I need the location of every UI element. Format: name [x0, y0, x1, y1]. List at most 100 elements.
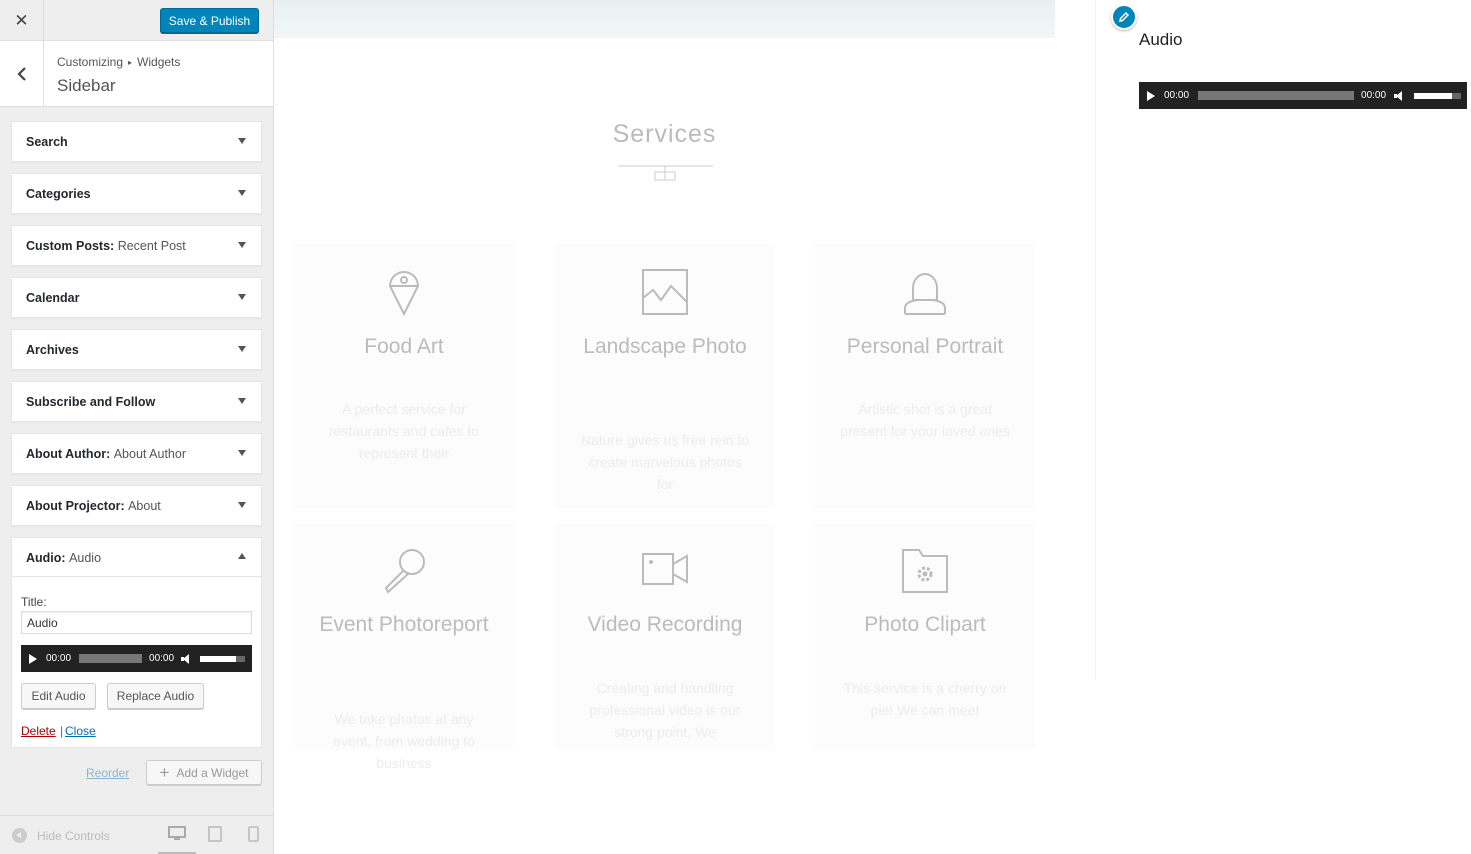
- edit-audio-button[interactable]: Edit Audio: [21, 683, 96, 709]
- volume-slider[interactable]: [200, 655, 246, 662]
- divider-ornament-icon: [618, 165, 713, 181]
- expand-arrow-icon[interactable]: [238, 138, 246, 144]
- breadcrumb: Customizing ▸ Widgets: [57, 55, 180, 69]
- edit-widget-shortcut[interactable]: [1111, 4, 1137, 30]
- widget-title: Categories: [26, 187, 91, 201]
- service-description: Nature gives us free rein to create marv…: [580, 432, 750, 492]
- widget-about-projector[interactable]: About Projector: About: [11, 485, 262, 526]
- expand-arrow-icon[interactable]: [238, 450, 246, 456]
- service-description: A perfect service for restaurants and ca…: [328, 401, 480, 461]
- portrait-icon: [904, 273, 946, 315]
- widget-archives[interactable]: Archives: [11, 329, 262, 370]
- hide-controls-label: Hide Controls: [37, 828, 110, 843]
- service-title: Food Art: [364, 335, 444, 358]
- breadcrumb-customizing: Customizing: [57, 55, 124, 69]
- total-time: 00:00: [149, 653, 175, 664]
- back-button[interactable]: [0, 41, 44, 106]
- widget-title: About Author:: [26, 447, 111, 461]
- widget-categories[interactable]: Categories: [11, 173, 262, 214]
- chevron-left-icon: [16, 66, 26, 81]
- widget-calendar[interactable]: Calendar: [11, 277, 262, 318]
- add-widget-button[interactable]: + Add a Widget: [146, 760, 262, 785]
- hide-controls-button[interactable]: Hide Controls: [12, 828, 110, 843]
- video-camera-icon: [642, 553, 688, 585]
- expand-arrow-icon[interactable]: [238, 502, 246, 508]
- widget-audio-expanded: Audio: Audio Title: 00:00 00:00 Edit Aud…: [11, 537, 262, 748]
- widget-audio-player: 00:00 00:00: [21, 645, 252, 672]
- volume-slider[interactable]: [1414, 92, 1462, 99]
- service-description: Artistic shot is a great present for you…: [840, 401, 1010, 439]
- play-icon[interactable]: [1147, 90, 1155, 101]
- header-banner: [274, 0, 1055, 38]
- widget-title: Subscribe and Follow: [26, 395, 156, 409]
- service-title: Event Photoreport: [319, 613, 489, 636]
- service-title: Video Recording: [587, 613, 743, 636]
- landscape-image-icon: [642, 269, 688, 315]
- widget-audio-header[interactable]: Audio: Audio: [12, 538, 261, 577]
- widget-title: Archives: [26, 343, 79, 357]
- play-icon[interactable]: [29, 653, 37, 664]
- collapse-arrow-icon[interactable]: [238, 553, 246, 559]
- total-time: 00:00: [1361, 90, 1387, 101]
- progress-track[interactable]: [1198, 91, 1355, 100]
- section-title: Sidebar: [57, 76, 116, 95]
- expand-arrow-icon[interactable]: [238, 242, 246, 248]
- collapse-icon: [12, 828, 27, 843]
- widget-title: Search: [26, 135, 68, 149]
- close-link[interactable]: Close: [65, 724, 96, 738]
- service-title: Personal Portrait: [846, 335, 1004, 358]
- service-card[interactable]: Landscape Photo Nature gives us free rei…: [555, 244, 775, 508]
- delete-link[interactable]: Delete: [21, 724, 56, 738]
- service-card[interactable]: Video Recording Creating and handling pr…: [555, 524, 775, 750]
- service-description: We take photos at any event, from weddin…: [333, 711, 475, 771]
- tablet-preview-icon[interactable]: [208, 826, 222, 842]
- volume-icon[interactable]: [1394, 90, 1405, 101]
- ice-cream-icon: [388, 271, 420, 316]
- plus-icon: +: [159, 762, 170, 782]
- save-publish-button[interactable]: Save & Publish: [160, 8, 259, 33]
- title-input[interactable]: [21, 611, 252, 634]
- breadcrumb-separator: ▸: [128, 57, 133, 67]
- widget-title: Custom Posts:: [26, 239, 115, 253]
- expand-arrow-icon[interactable]: [238, 398, 246, 404]
- current-time: 00:00: [46, 653, 72, 664]
- expand-arrow-icon[interactable]: [238, 346, 246, 352]
- progress-track[interactable]: [79, 654, 143, 663]
- current-time: 00:00: [1164, 90, 1190, 101]
- desktop-preview-icon[interactable]: [168, 826, 186, 842]
- widget-subtitle: About Author: [113, 447, 186, 461]
- widget-subtitle: Recent Post: [117, 239, 186, 253]
- mobile-preview-icon[interactable]: [248, 826, 259, 842]
- service-card[interactable]: Personal Portrait Artistic shot is a gre…: [815, 244, 1035, 508]
- expand-arrow-icon[interactable]: [238, 190, 246, 196]
- service-card[interactable]: Food Art A perfect service for restauran…: [294, 244, 514, 508]
- widget-subtitle: About: [128, 499, 161, 513]
- breadcrumb-widgets: Widgets: [137, 55, 181, 69]
- service-description: Creating and handling professional video…: [589, 680, 741, 740]
- service-title: Photo Clipart: [864, 613, 986, 636]
- widget-title: Calendar: [26, 291, 80, 305]
- folder-gear-icon: [902, 549, 948, 593]
- service-card[interactable]: Photo Clipart This service is a cherry o…: [815, 524, 1035, 750]
- customizer-header: ✕ Save & Publish: [0, 0, 273, 41]
- customizer-footer: Hide Controls: [0, 815, 273, 854]
- replace-audio-button[interactable]: Replace Audio: [107, 683, 204, 709]
- expand-arrow-icon[interactable]: [238, 294, 246, 300]
- preview-audio-player: 00:00 00:00: [1139, 82, 1467, 109]
- link-separator: |: [60, 724, 64, 738]
- widget-search[interactable]: Search: [11, 121, 262, 162]
- widget-custom-posts[interactable]: Custom Posts: Recent Post: [11, 225, 262, 266]
- close-customizer-button[interactable]: ✕: [0, 0, 44, 41]
- widget-subscribe-follow[interactable]: Subscribe and Follow: [11, 381, 262, 422]
- section-header: Customizing ▸ Widgets Sidebar: [0, 41, 273, 107]
- title-label: Title:: [21, 595, 47, 609]
- customizer-pane: ✕ Save & Publish Customizing ▸ Widgets S…: [0, 0, 274, 854]
- service-card[interactable]: Event Photoreport We take photos at any …: [294, 524, 514, 771]
- reorder-link[interactable]: Reorder: [86, 766, 129, 780]
- service-title: Landscape Photo: [583, 335, 747, 358]
- widget-about-author[interactable]: About Author: About Author: [11, 433, 262, 474]
- volume-icon[interactable]: [181, 653, 192, 664]
- widget-title: Audio:: [26, 551, 66, 565]
- services-title: Services: [612, 120, 717, 148]
- add-widget-label: Add a Widget: [176, 765, 249, 780]
